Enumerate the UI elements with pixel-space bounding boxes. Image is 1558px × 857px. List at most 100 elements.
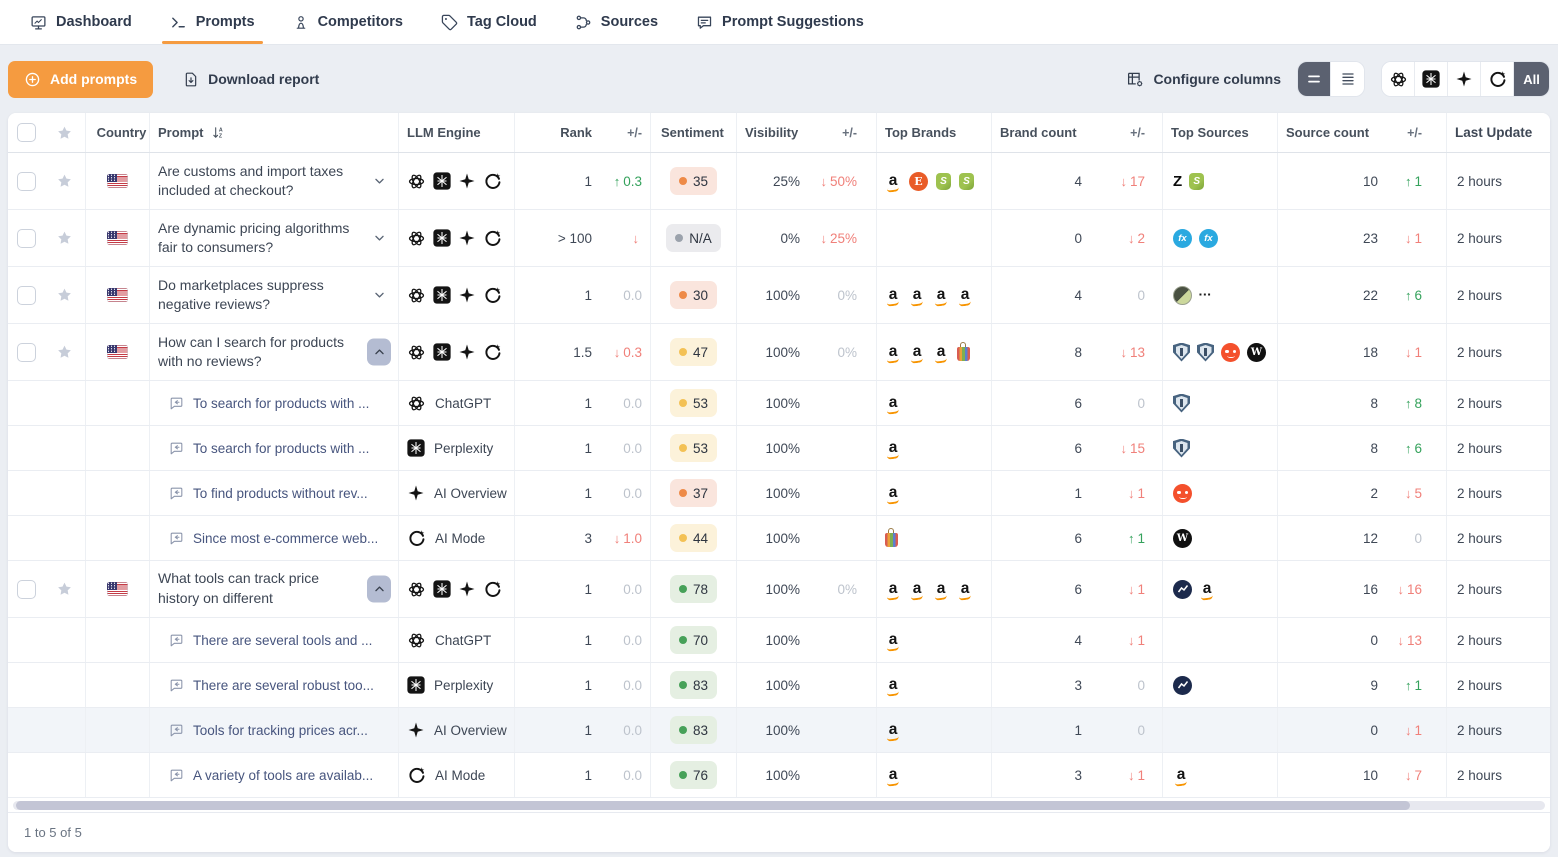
- source-count-value: 8: [1278, 441, 1378, 456]
- brand-delta: ↑1: [1082, 531, 1162, 546]
- visibility-column-header[interactable]: Visibility +/-: [737, 113, 877, 152]
- source-count-value: 10: [1278, 768, 1378, 783]
- prompt-text[interactable]: Are dynamic pricing algorithms fair to c…: [158, 219, 354, 258]
- prompt-text[interactable]: Are customs and import taxes included at…: [158, 162, 354, 201]
- prompt-text[interactable]: To search for products with ...: [193, 441, 369, 456]
- source-count-column-header[interactable]: Source count +/-: [1278, 113, 1447, 152]
- rank-delta: 0.0: [592, 486, 650, 501]
- prompt-text[interactable]: There are several robust too...: [193, 678, 374, 693]
- add-prompts-button[interactable]: Add prompts: [8, 61, 153, 98]
- star-icon[interactable]: [56, 287, 73, 303]
- rank-cell: 10.0: [515, 618, 651, 662]
- source-delta: ↓5: [1378, 486, 1446, 501]
- llm-engine-column-header[interactable]: LLM Engine: [399, 113, 515, 152]
- tab-competitors[interactable]: Competitors: [293, 0, 403, 44]
- brand-count-header-label: Brand count: [992, 125, 1082, 140]
- source-count-cell: 9↑1: [1278, 663, 1447, 707]
- prompt-text[interactable]: Since most e-commerce web...: [193, 531, 378, 546]
- reddit-icon: [1221, 343, 1240, 362]
- prompt-text[interactable]: What tools can track price history on di…: [158, 569, 354, 609]
- row-checkbox[interactable]: [17, 343, 36, 362]
- expand-toggle-button[interactable]: [367, 282, 391, 309]
- arrow-down-icon: ↓: [633, 232, 640, 245]
- tab-dashboard[interactable]: Dashboard: [30, 0, 132, 44]
- visibility-cell: 25%↓50%: [737, 153, 877, 209]
- horizontal-scrollbar-thumb[interactable]: [16, 801, 1410, 810]
- sentiment-column-header[interactable]: Sentiment: [651, 113, 737, 152]
- rank-header-label: Rank: [515, 125, 592, 140]
- row-checkbox[interactable]: [17, 580, 36, 599]
- header-select-cell: [8, 113, 86, 152]
- star-icon[interactable]: [56, 344, 73, 360]
- source-delta: ↑1: [1378, 174, 1446, 189]
- expand-toggle-button[interactable]: [367, 339, 391, 366]
- star-icon[interactable]: [56, 125, 73, 141]
- rank-delta: 0.0: [592, 396, 650, 411]
- row-select-cell: [8, 516, 86, 560]
- prompt-text[interactable]: There are several tools and ...: [193, 633, 372, 648]
- last-update-column-header[interactable]: Last Update: [1447, 113, 1550, 152]
- expand-toggle-button[interactable]: [367, 168, 391, 195]
- pagination-range-text: 1 to 5 of 5: [24, 825, 82, 840]
- sentiment-badge: 44: [670, 524, 717, 552]
- engine-filter-all-button[interactable]: All: [1514, 62, 1549, 96]
- plus-circle-icon: [24, 71, 41, 88]
- star-icon[interactable]: [56, 173, 73, 189]
- sentiment-dot: [679, 291, 687, 299]
- source-count-header-label: Source count: [1278, 125, 1378, 140]
- rank-cell: 10.0: [515, 471, 651, 515]
- perplexity-icon: [433, 172, 451, 190]
- brand-count-column-header[interactable]: Brand count +/-: [992, 113, 1163, 152]
- rank-delta: 0.0: [592, 723, 650, 738]
- row-select-cell: [8, 324, 86, 380]
- engine-filter-ai-mode-button[interactable]: [1481, 62, 1514, 96]
- top-sources-column-header[interactable]: Top Sources: [1163, 113, 1278, 152]
- prompt-column-header[interactable]: Prompt AZ: [150, 113, 399, 152]
- amazon-icon: a: [885, 438, 901, 459]
- row-checkbox[interactable]: [17, 172, 36, 191]
- source-count-value: 2: [1278, 486, 1378, 501]
- source-delta: ↑6: [1378, 288, 1446, 303]
- engine-filter-ai-overview-button[interactable]: [1448, 62, 1481, 96]
- top-brands-cell: aaaa: [877, 267, 992, 323]
- row-checkbox[interactable]: [17, 286, 36, 305]
- engine-filter-perplexity-button[interactable]: [1415, 62, 1448, 96]
- llm-engine-header-label: LLM Engine: [407, 125, 481, 140]
- prompt-text[interactable]: To find products without rev...: [193, 486, 368, 501]
- compact-rows-button[interactable]: [1298, 62, 1331, 96]
- download-report-button[interactable]: Download report: [183, 71, 319, 88]
- horizontal-scrollbar-track[interactable]: [13, 801, 1545, 810]
- sentiment-value: 53: [693, 396, 708, 411]
- brand-count-cell: 6↓1: [992, 561, 1163, 617]
- last-update-value: 2 hours: [1457, 633, 1502, 648]
- rank-column-header[interactable]: Rank +/-: [515, 113, 651, 152]
- configure-columns-button[interactable]: Configure columns: [1126, 70, 1281, 88]
- expand-toggle-button[interactable]: [367, 225, 391, 252]
- prompt-text[interactable]: A variety of tools are availab...: [193, 768, 373, 783]
- prompt-response-row: To search for products with ...Perplexit…: [8, 426, 1550, 471]
- comfortable-rows-button[interactable]: [1331, 62, 1364, 96]
- select-all-checkbox[interactable]: [17, 123, 36, 142]
- prompt-text[interactable]: To search for products with ...: [193, 396, 369, 411]
- brand-count-value: 4: [992, 633, 1082, 648]
- country-column-header[interactable]: Country: [86, 113, 150, 152]
- llm-engine-cell: AI Overview: [399, 471, 515, 515]
- prompt-text[interactable]: How can I search for products with no re…: [158, 333, 354, 372]
- tab-prompts[interactable]: Prompts: [170, 0, 255, 44]
- top-brands-column-header[interactable]: Top Brands: [877, 113, 992, 152]
- prompt-text[interactable]: Do marketplaces suppress negative review…: [158, 276, 354, 315]
- brand-delta: ↓1: [1082, 633, 1162, 648]
- source-delta: ↓13: [1378, 633, 1446, 648]
- amazon-icon: a: [1199, 579, 1215, 600]
- prompt-text[interactable]: Tools for tracking prices acr...: [193, 723, 368, 738]
- expand-toggle-button[interactable]: [367, 576, 391, 603]
- row-checkbox[interactable]: [17, 229, 36, 248]
- tab-tag-cloud[interactable]: Tag Cloud: [441, 0, 537, 44]
- tab-prompt-suggestions[interactable]: Prompt Suggestions: [696, 0, 864, 44]
- sort-az-icon[interactable]: AZ: [211, 125, 226, 140]
- amazon-icon: a: [909, 342, 925, 363]
- star-icon[interactable]: [56, 581, 73, 597]
- star-icon[interactable]: [56, 230, 73, 246]
- tab-sources[interactable]: Sources: [575, 0, 658, 44]
- engine-filter-chatgpt-button[interactable]: [1382, 62, 1415, 96]
